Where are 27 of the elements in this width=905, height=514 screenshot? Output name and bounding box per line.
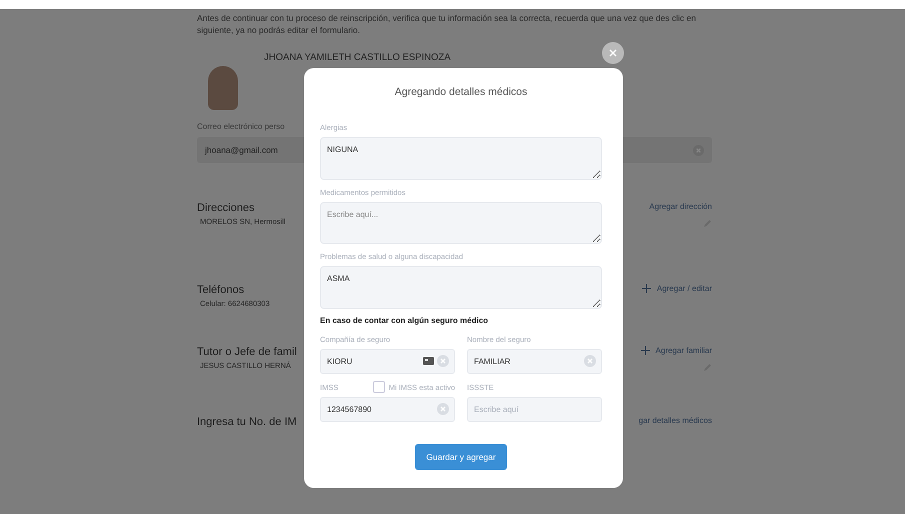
- input-field[interactable]: FAMILIAR: [467, 349, 602, 374]
- text-area[interactable]: Escribe aquí...: [320, 202, 602, 244]
- clear-icon[interactable]: [584, 355, 596, 368]
- checkbox[interactable]: [372, 381, 385, 394]
- modal-title: Agregando detalles médicos: [394, 86, 528, 98]
- student-name: JHOANA YAMILETH CASTILLO ESPINOZA: [264, 52, 451, 63]
- text-area[interactable]: NIGUNA: [320, 137, 602, 180]
- input-field[interactable]: Escribe aquí: [467, 397, 602, 422]
- close-icon[interactable]: [609, 49, 617, 57]
- card-icon: [423, 357, 434, 366]
- section-title: Direcciones: [197, 202, 256, 214]
- input-field[interactable]: KIORU: [320, 349, 455, 374]
- section-heading: En caso de contar con algún seguro médico: [320, 316, 490, 326]
- intro-paragraph: Antes de continuar con tu proceso de reinscripción, verifica que tu información sea la correcta, recuerda que una vez que des clic en siguiente, ya no podrás editar el formulario.: [197, 12, 697, 36]
- avatar-photo-placeholder: [208, 66, 238, 110]
- section-title: Ingresa tu No. de IM: [197, 416, 297, 428]
- clear-icon[interactable]: [437, 355, 449, 368]
- clear-icon[interactable]: [437, 403, 449, 416]
- email-label: Correo electrónico perso: [197, 122, 285, 131]
- clear-icon[interactable]: [693, 144, 704, 156]
- plus-icon: [640, 346, 650, 355]
- input-field[interactable]: 1234567890: [320, 397, 455, 422]
- close-button[interactable]: [602, 42, 624, 64]
- plus-icon: [642, 284, 651, 293]
- text-area[interactable]: ASMA: [320, 266, 602, 310]
- section-title: Teléfonos: [197, 284, 246, 296]
- section-title: Tutor o Jefe de famil: [197, 346, 297, 358]
